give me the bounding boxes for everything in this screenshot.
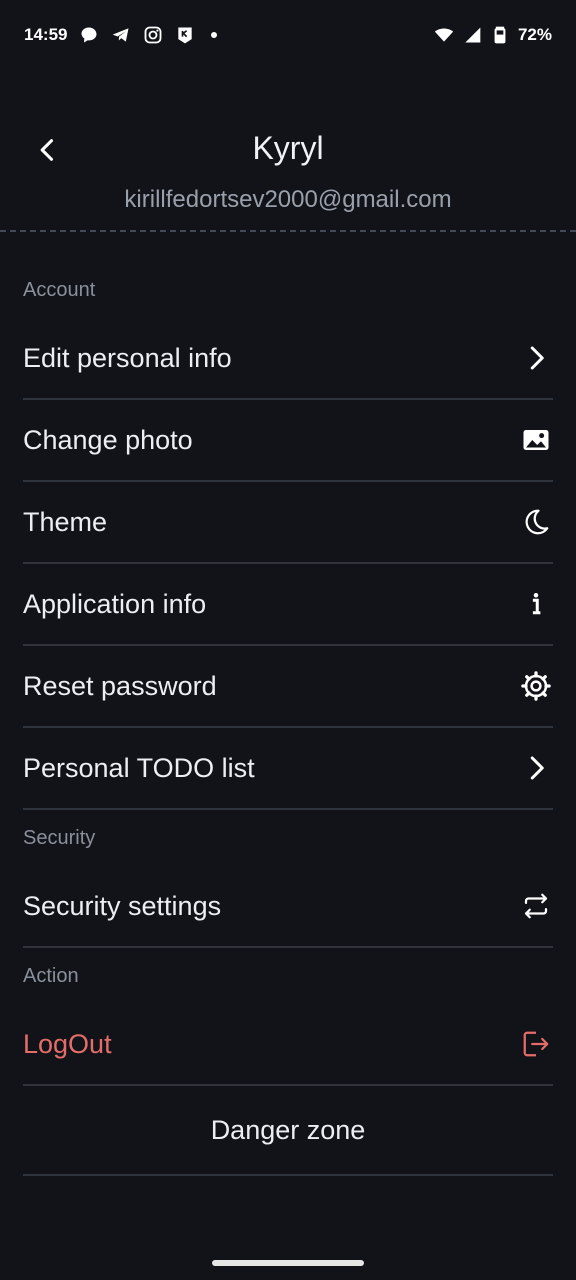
home-indicator[interactable] (212, 1260, 364, 1266)
notification-dot (211, 32, 218, 38)
section-title-account: Account (23, 279, 96, 301)
section-title-security: Security (23, 827, 96, 849)
info-icon (519, 587, 553, 621)
page-title: Kyryl (252, 130, 324, 166)
battery-icon (490, 25, 510, 45)
status-right: 72% (434, 25, 552, 45)
user-email: kirillfedortsev2000@gmail.com (124, 186, 452, 213)
battery-percent: 72% (517, 25, 552, 44)
change-photo-item[interactable]: Change photo (23, 400, 553, 482)
settings-list: Account Edit personal info Change photo … (23, 262, 553, 1176)
item-label: Danger zone (210, 1114, 366, 1145)
profile-header: Kyryl (0, 118, 576, 182)
logout-item[interactable]: LogOut (23, 1004, 553, 1086)
application-info-item[interactable]: Application info (23, 564, 553, 646)
instagram-icon (143, 25, 163, 45)
status-time: 14:59 (24, 25, 68, 44)
status-left: 14:59 (24, 25, 218, 45)
telegram-icon (111, 25, 131, 45)
logout-icon (519, 1027, 553, 1061)
item-label: Edit personal info (23, 342, 232, 373)
status-bar: 14:59 72% (0, 0, 576, 70)
item-label: Personal TODO list (23, 752, 255, 783)
theme-item[interactable]: Theme (23, 482, 553, 564)
chevron-right-icon (519, 751, 553, 785)
item-label: Application info (23, 588, 207, 619)
gear-icon (519, 669, 553, 703)
message-icon (79, 25, 99, 45)
danger-zone-item[interactable]: Danger zone (23, 1086, 553, 1176)
signal-icon (462, 25, 482, 45)
moon-icon (519, 505, 553, 539)
chevron-right-icon (519, 341, 553, 375)
item-label: Change photo (23, 424, 193, 455)
app-icon (175, 25, 195, 45)
dashed-divider (0, 230, 576, 232)
item-label: Security settings (23, 890, 222, 921)
item-label: LogOut (23, 1028, 112, 1059)
edit-personal-info-item[interactable]: Edit personal info (23, 318, 553, 400)
section-title-action: Action (23, 965, 79, 987)
reset-password-item[interactable]: Reset password (23, 646, 553, 728)
item-label: Theme (23, 506, 108, 537)
wifi-icon (434, 25, 454, 45)
image-icon (519, 423, 553, 457)
swap-icon (519, 889, 553, 923)
personal-todo-list-item[interactable]: Personal TODO list (23, 728, 553, 810)
item-label: Reset password (23, 670, 217, 701)
security-settings-item[interactable]: Security settings (23, 866, 553, 948)
